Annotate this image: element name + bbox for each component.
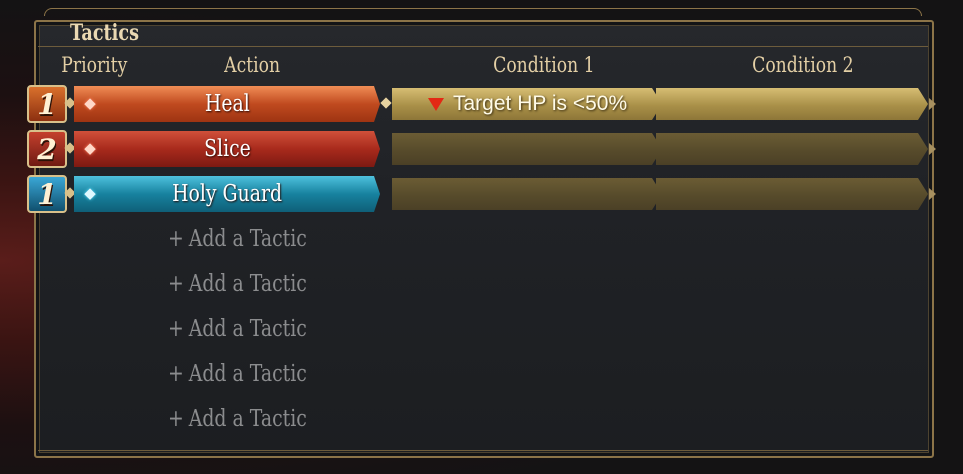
- priority-badge[interactable]: 2: [27, 130, 67, 168]
- chevron-right-icon: [929, 188, 936, 200]
- gem-icon: ◆: [84, 140, 96, 157]
- action-label: Holy Guard: [171, 181, 283, 207]
- connector: [380, 97, 392, 109]
- condition-1-slot[interactable]: [392, 133, 662, 165]
- condition-1-slot[interactable]: [392, 178, 662, 210]
- add-tactic-button[interactable]: + Add a Tactic: [168, 316, 307, 342]
- action-slot[interactable]: ◆ Heal: [74, 86, 380, 122]
- add-tactic-button[interactable]: + Add a Tactic: [168, 271, 307, 297]
- gem-icon: ◆: [84, 95, 96, 112]
- tactic-row[interactable]: 1 ◆ Heal Target HP is <50%: [0, 85, 963, 123]
- plus-icon: +: [168, 406, 184, 432]
- panel-title: Tactics: [70, 20, 139, 46]
- column-header-action: Action: [224, 53, 281, 77]
- plus-icon: +: [168, 271, 184, 297]
- divider: [38, 46, 928, 47]
- action-label: Slice: [203, 136, 251, 162]
- plus-icon: +: [168, 361, 184, 387]
- gem-icon: ◆: [84, 185, 96, 202]
- condition-2-slot[interactable]: [656, 133, 928, 165]
- chevron-right-icon: [929, 98, 936, 110]
- condition-2-slot[interactable]: [656, 88, 928, 120]
- priority-badge[interactable]: 1: [27, 85, 67, 123]
- panel-frame-ornament: [44, 8, 922, 16]
- action-slot[interactable]: ◆ Slice: [74, 131, 380, 167]
- column-header-condition-2: Condition 2: [752, 53, 854, 77]
- add-tactic-button[interactable]: + Add a Tactic: [168, 361, 307, 387]
- action-label: Heal: [204, 91, 250, 117]
- action-slot[interactable]: ◆ Holy Guard: [74, 176, 380, 212]
- column-header-condition-1: Condition 1: [493, 53, 595, 77]
- add-tactic-button[interactable]: + Add a Tactic: [168, 406, 307, 432]
- priority-badge[interactable]: 1: [27, 175, 67, 213]
- condition-2-slot[interactable]: [656, 178, 928, 210]
- condition-1-label: Target HP is <50%: [453, 92, 628, 115]
- column-header-priority: Priority: [61, 53, 128, 77]
- plus-icon: +: [168, 316, 184, 342]
- add-tactic-button[interactable]: + Add a Tactic: [168, 226, 307, 252]
- tactic-row[interactable]: 2 ◆ Slice: [0, 130, 963, 168]
- divider: [38, 450, 928, 451]
- down-triangle-icon: [428, 98, 444, 111]
- tactic-row[interactable]: 1 ◆ Holy Guard: [0, 175, 963, 213]
- plus-icon: +: [168, 226, 184, 252]
- chevron-right-icon: [929, 143, 936, 155]
- condition-1-slot[interactable]: Target HP is <50%: [392, 88, 662, 120]
